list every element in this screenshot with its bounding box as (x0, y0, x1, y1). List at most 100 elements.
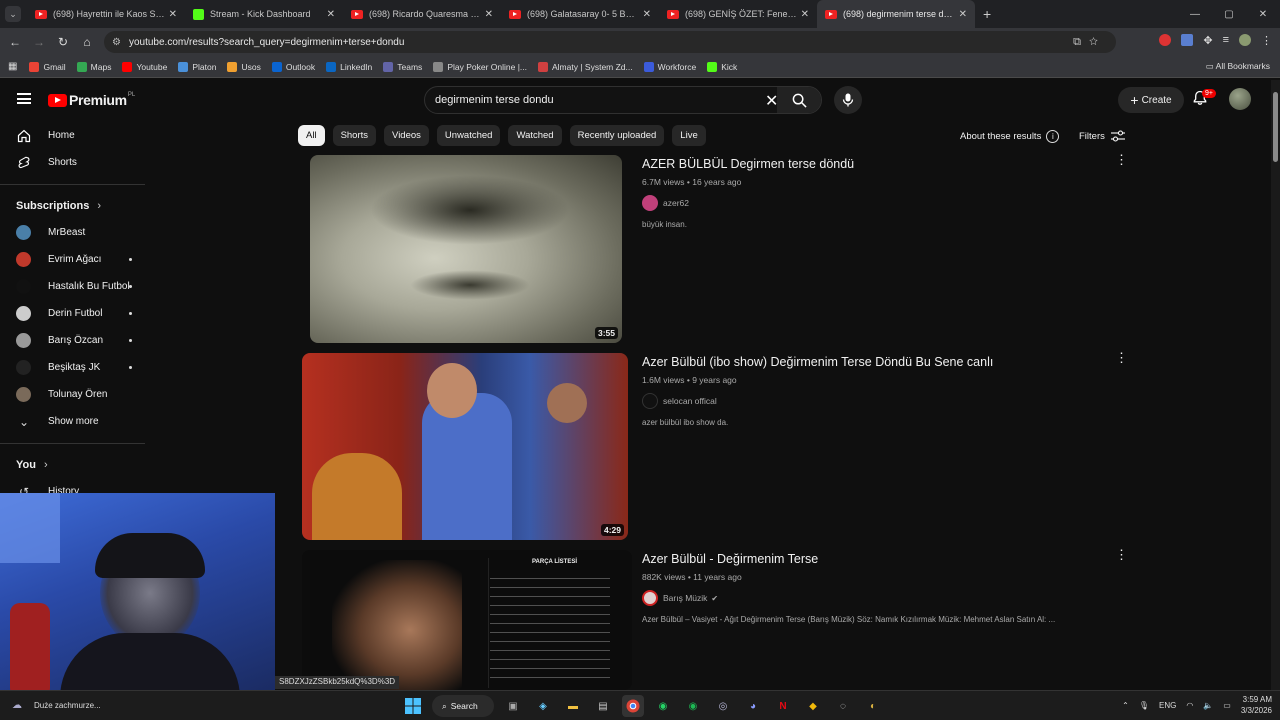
wifi-icon[interactable]: ◠ (1186, 701, 1193, 710)
store-icon[interactable]: ▤ (592, 695, 614, 717)
filters-button[interactable]: Filters (1079, 130, 1125, 142)
address-bar[interactable]: ⚙ youtube.com/results?search_query=degir… (104, 31, 1116, 53)
browser-tab[interactable]: (698) Ricardo Quaresma | Foun ✕ (343, 0, 501, 28)
forward-button[interactable]: → (27, 35, 51, 49)
chrome-icon[interactable] (622, 695, 644, 717)
browser-tab[interactable]: Stream - Kick Dashboard ✕ (185, 0, 343, 28)
channel-link[interactable]: Barış Müzik ✔ (642, 590, 718, 606)
bookmark-item[interactable]: Maps (76, 61, 111, 72)
clock[interactable]: 3:59 AM 3/3/2026 (1241, 694, 1272, 716)
video-thumbnail[interactable]: PARÇA LİSTESİ (302, 550, 632, 690)
tab-search-button[interactable]: ⌄ (5, 6, 21, 22)
puzzle-icon[interactable]: ✥ (1203, 34, 1212, 47)
filter-chip[interactable]: All (298, 125, 325, 146)
video-title[interactable]: Azer Bülbül (ibo show) Değirmenim Terse … (642, 355, 993, 369)
filter-chip[interactable]: Unwatched (436, 125, 501, 146)
video-thumbnail[interactable]: 3:55 (310, 155, 622, 343)
bookmark-item[interactable]: Almaty | System Zd... (538, 61, 633, 72)
filter-chip[interactable]: Watched (508, 125, 562, 146)
extension-icon[interactable] (1181, 34, 1194, 46)
profile-icon[interactable] (1239, 34, 1251, 46)
app-icon[interactable]: ◐ (862, 695, 884, 717)
more-actions-icon[interactable]: ⋮ (1115, 548, 1128, 561)
about-results-button[interactable]: About these results i (960, 130, 1060, 143)
tray-chevron-icon[interactable]: ⌃ (1122, 701, 1129, 710)
create-button[interactable]: + Create (1118, 87, 1184, 113)
bookmark-item[interactable]: Teams (383, 61, 422, 72)
channel-link[interactable]: selocan offical (642, 393, 717, 409)
volume-icon[interactable]: 🔈 (1203, 701, 1213, 710)
minimize-button[interactable]: — (1178, 9, 1212, 20)
close-tab-icon[interactable]: ✕ (169, 9, 177, 20)
browser-tab[interactable]: (698) Hayrettin ile Kaos Show - ✕ (27, 0, 185, 28)
app-icon[interactable]: ◌ (832, 695, 854, 717)
account-avatar[interactable] (1229, 88, 1251, 110)
close-tab-icon[interactable]: ✕ (959, 9, 967, 20)
subscription-item[interactable]: Hastalık Bu Futbol (0, 273, 160, 300)
bookmark-item[interactable]: Platon (178, 61, 216, 72)
close-tab-icon[interactable]: ✕ (643, 9, 651, 20)
more-actions-icon[interactable]: ⋮ (1115, 153, 1128, 166)
search-input[interactable]: degirmenim terse dondu ✕ (424, 86, 822, 114)
filter-chip[interactable]: Live (672, 125, 706, 146)
close-tab-icon[interactable]: ✕ (327, 9, 335, 20)
task-view-icon[interactable]: ▣ (502, 695, 524, 717)
bookmark-item[interactable]: Gmail (29, 61, 66, 72)
bookmark-star-icon[interactable]: ⧉☆ (1073, 36, 1106, 49)
binance-icon[interactable]: ◆ (802, 695, 824, 717)
bookmark-item[interactable]: Kick (707, 61, 737, 72)
you-header[interactable]: You › (0, 452, 160, 478)
browser-tab[interactable]: (698) GENİŞ ÖZET: Fenerbahçe ✕ (659, 0, 817, 28)
sidebar-item-home[interactable]: Home (0, 122, 160, 149)
browser-tab[interactable]: (698) degirmenim terse dondu ✕ (817, 0, 975, 28)
home-button[interactable]: ⌂ (75, 35, 99, 49)
extension-icon[interactable] (1159, 34, 1172, 46)
video-thumbnail[interactable]: 4:29 (302, 353, 628, 540)
youtube-logo[interactable]: Premium PL (48, 92, 135, 108)
bookmark-item[interactable]: Usos (227, 61, 261, 72)
search-button[interactable] (777, 87, 821, 113)
site-info-icon[interactable]: ⚙ (112, 37, 121, 48)
netflix-icon[interactable]: N (772, 695, 794, 717)
close-window-button[interactable]: ✕ (1246, 9, 1280, 20)
steam-icon[interactable]: ◎ (712, 695, 734, 717)
weather-text[interactable]: Duże zachmurze... (34, 701, 101, 710)
weather-icon[interactable]: ☁ (12, 700, 22, 711)
filter-chip[interactable]: Recently uploaded (569, 125, 665, 146)
video-result[interactable]: PARÇA LİSTESİ Azer Bülbül - Değirmenim T… (302, 548, 1132, 690)
show-more-button[interactable]: ⌄ Show more (0, 408, 160, 435)
bookmark-item[interactable]: Workforce (643, 61, 696, 72)
video-result[interactable]: 3:55 AZER BÜLBÜL Degirmen terse döndü 6.… (302, 153, 1132, 345)
page-scrollbar[interactable] (1271, 80, 1280, 690)
subscription-item[interactable]: Derin Futbol (0, 300, 160, 327)
mic-tray-icon[interactable]: 🎙 (1139, 701, 1149, 710)
back-button[interactable]: ← (3, 35, 27, 49)
menu-icon[interactable] (17, 93, 31, 104)
bookmark-item[interactable]: Play Poker Online |... (433, 61, 527, 72)
subscription-item[interactable]: Evrim Ağacı (0, 246, 160, 273)
subscription-item[interactable]: MrBeast (0, 219, 160, 246)
language-indicator[interactable]: ENG (1159, 701, 1176, 710)
bookmark-item[interactable]: Outlook (271, 61, 315, 72)
copilot-icon[interactable]: ◈ (532, 695, 554, 717)
scrollbar-thumb[interactable] (1273, 92, 1278, 162)
windows-start-icon[interactable] (402, 695, 424, 717)
video-title[interactable]: AZER BÜLBÜL Degirmen terse döndü (642, 157, 854, 171)
more-icon[interactable]: ⋮ (1261, 34, 1272, 47)
close-tab-icon[interactable]: ✕ (801, 9, 809, 20)
filter-chip[interactable]: Videos (384, 125, 429, 146)
voice-search-button[interactable] (834, 86, 862, 114)
video-result[interactable]: 4:29 Azer Bülbül (ibo show) Değirmenim T… (302, 351, 1132, 543)
bookmark-item[interactable]: LinkedIn (326, 61, 372, 72)
reload-button[interactable]: ↻ (51, 35, 75, 49)
maximize-button[interactable]: ▢ (1212, 9, 1246, 20)
subscriptions-header[interactable]: Subscriptions › (0, 193, 160, 219)
discord-icon[interactable]: ◕ (742, 695, 764, 717)
battery-icon[interactable]: ▭ (1223, 701, 1231, 710)
subscription-item[interactable]: Tolunay Ören (0, 381, 160, 408)
more-actions-icon[interactable]: ⋮ (1115, 351, 1128, 364)
filter-chip[interactable]: Shorts (332, 125, 377, 146)
all-bookmarks[interactable]: ▭ All Bookmarks (1206, 61, 1270, 72)
browser-tab[interactable]: (698) Galatasaray 0- 5 Beşiktaş ✕ (501, 0, 659, 28)
file-explorer-icon[interactable]: ▬ (562, 695, 584, 717)
